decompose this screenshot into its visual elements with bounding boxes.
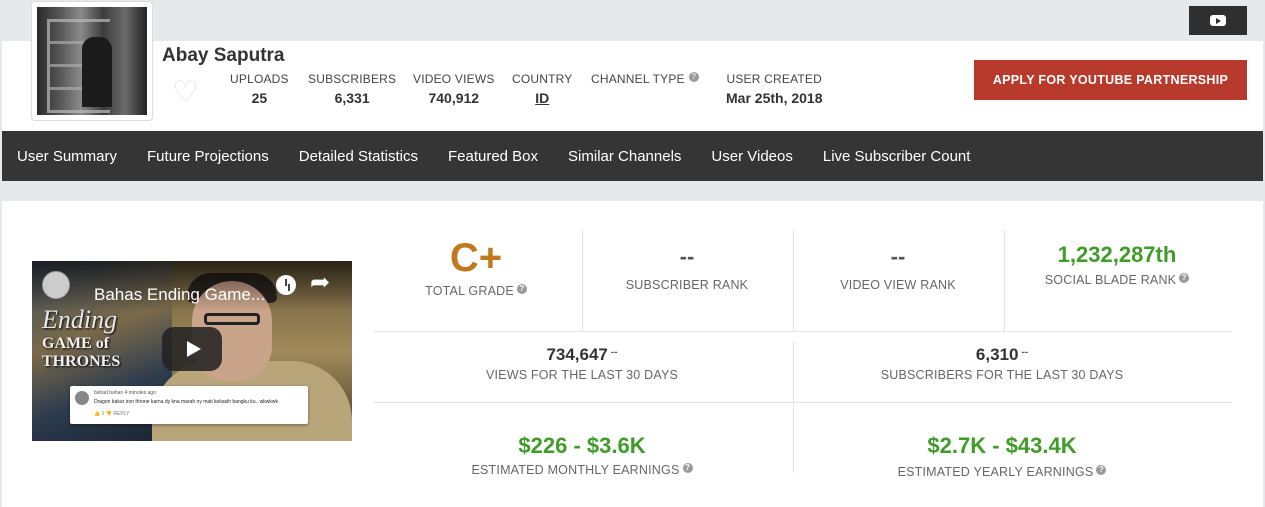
subscriber-rank: -- SUBSCRIBER RANK	[625, 244, 749, 293]
channel-header: Abay Saputra ♡ UPLOADS 25 SUBSCRIBERS 6,…	[2, 41, 1263, 131]
total-grade: C+ TOTAL GRADE?	[392, 238, 560, 298]
thumbnail-comment: bahad bahan 4 minutes ago Dragon bakar i…	[70, 386, 308, 424]
channel-avatar-icon[interactable]	[42, 271, 70, 299]
share-icon[interactable]: ➦	[310, 271, 330, 295]
heart-icon[interactable]: ♡	[172, 78, 199, 108]
estimated-monthly-earnings: $226 - $3.6K ESTIMATED MONTHLY EARNINGS?	[452, 435, 712, 477]
stat-uploads: UPLOADS 25	[230, 72, 289, 106]
stat-user-created: USER CREATED Mar 25th, 2018	[726, 72, 823, 106]
video-title[interactable]: Bahas Ending Game...	[94, 285, 265, 305]
youtube-link-button[interactable]	[1189, 6, 1247, 35]
nav-similar-channels[interactable]: Similar Channels	[553, 148, 696, 165]
views-last-30-days: 734,647 -- VIEWS FOR THE LAST 30 DAYS	[485, 345, 679, 382]
subscribers-last-30-days: 6,310 -- SUBSCRIBERS FOR THE LAST 30 DAYS	[880, 345, 1124, 382]
help-icon[interactable]: ?	[688, 72, 699, 82]
play-icon[interactable]	[162, 327, 222, 371]
top-strip	[0, 0, 1265, 41]
grade-value: C+	[449, 236, 503, 280]
country-link[interactable]: ID	[535, 90, 549, 106]
help-icon[interactable]: ?	[1179, 273, 1190, 283]
video-player[interactable]: Bahas Ending Game... ➦ Ending GAME of TH…	[32, 261, 352, 441]
nav-user-videos[interactable]: User Videos	[696, 148, 807, 165]
summary-panel: Bahas Ending Game... ➦ Ending GAME of TH…	[2, 201, 1263, 507]
thumbnail-text-got: GAME of THRONES	[42, 335, 121, 370]
thumbnail-text-ending: Ending	[42, 305, 118, 334]
video-view-rank: -- VIDEO VIEW RANK	[840, 244, 956, 293]
nav-future-projections[interactable]: Future Projections	[132, 148, 284, 165]
stat-subscribers: SUBSCRIBERS 6,331	[308, 72, 397, 106]
nav-featured-box[interactable]: Featured Box	[433, 148, 553, 165]
clock-icon[interactable]	[276, 275, 296, 295]
nav-detailed-statistics[interactable]: Detailed Statistics	[284, 148, 433, 165]
nav-user-summary[interactable]: User Summary	[2, 148, 132, 165]
stat-country: COUNTRY ID	[512, 72, 573, 106]
help-icon[interactable]: ?	[1096, 465, 1107, 475]
apply-partnership-button[interactable]: APPLY FOR YOUTUBE PARTNERSHIP	[974, 60, 1247, 100]
avatar[interactable]	[31, 1, 153, 121]
nav-live-subscriber-count[interactable]: Live Subscriber Count	[808, 148, 986, 165]
channel-name[interactable]: Abay Saputra	[162, 45, 284, 67]
estimated-yearly-earnings: $2.7K - $43.4K ESTIMATED YEARLY EARNINGS…	[862, 435, 1142, 479]
help-icon[interactable]: ?	[516, 284, 527, 294]
youtube-icon	[1210, 15, 1226, 26]
stat-channel-type: CHANNEL TYPE?	[591, 72, 699, 90]
help-icon[interactable]: ?	[682, 463, 693, 473]
stat-video-views: VIDEO VIEWS 740,912	[413, 72, 495, 106]
channel-nav: User Summary Future Projections Detailed…	[2, 131, 1263, 181]
avatar-image	[37, 7, 147, 115]
social-blade-rank: 1,232,287th SOCIAL BLADE RANK?	[1022, 244, 1212, 287]
